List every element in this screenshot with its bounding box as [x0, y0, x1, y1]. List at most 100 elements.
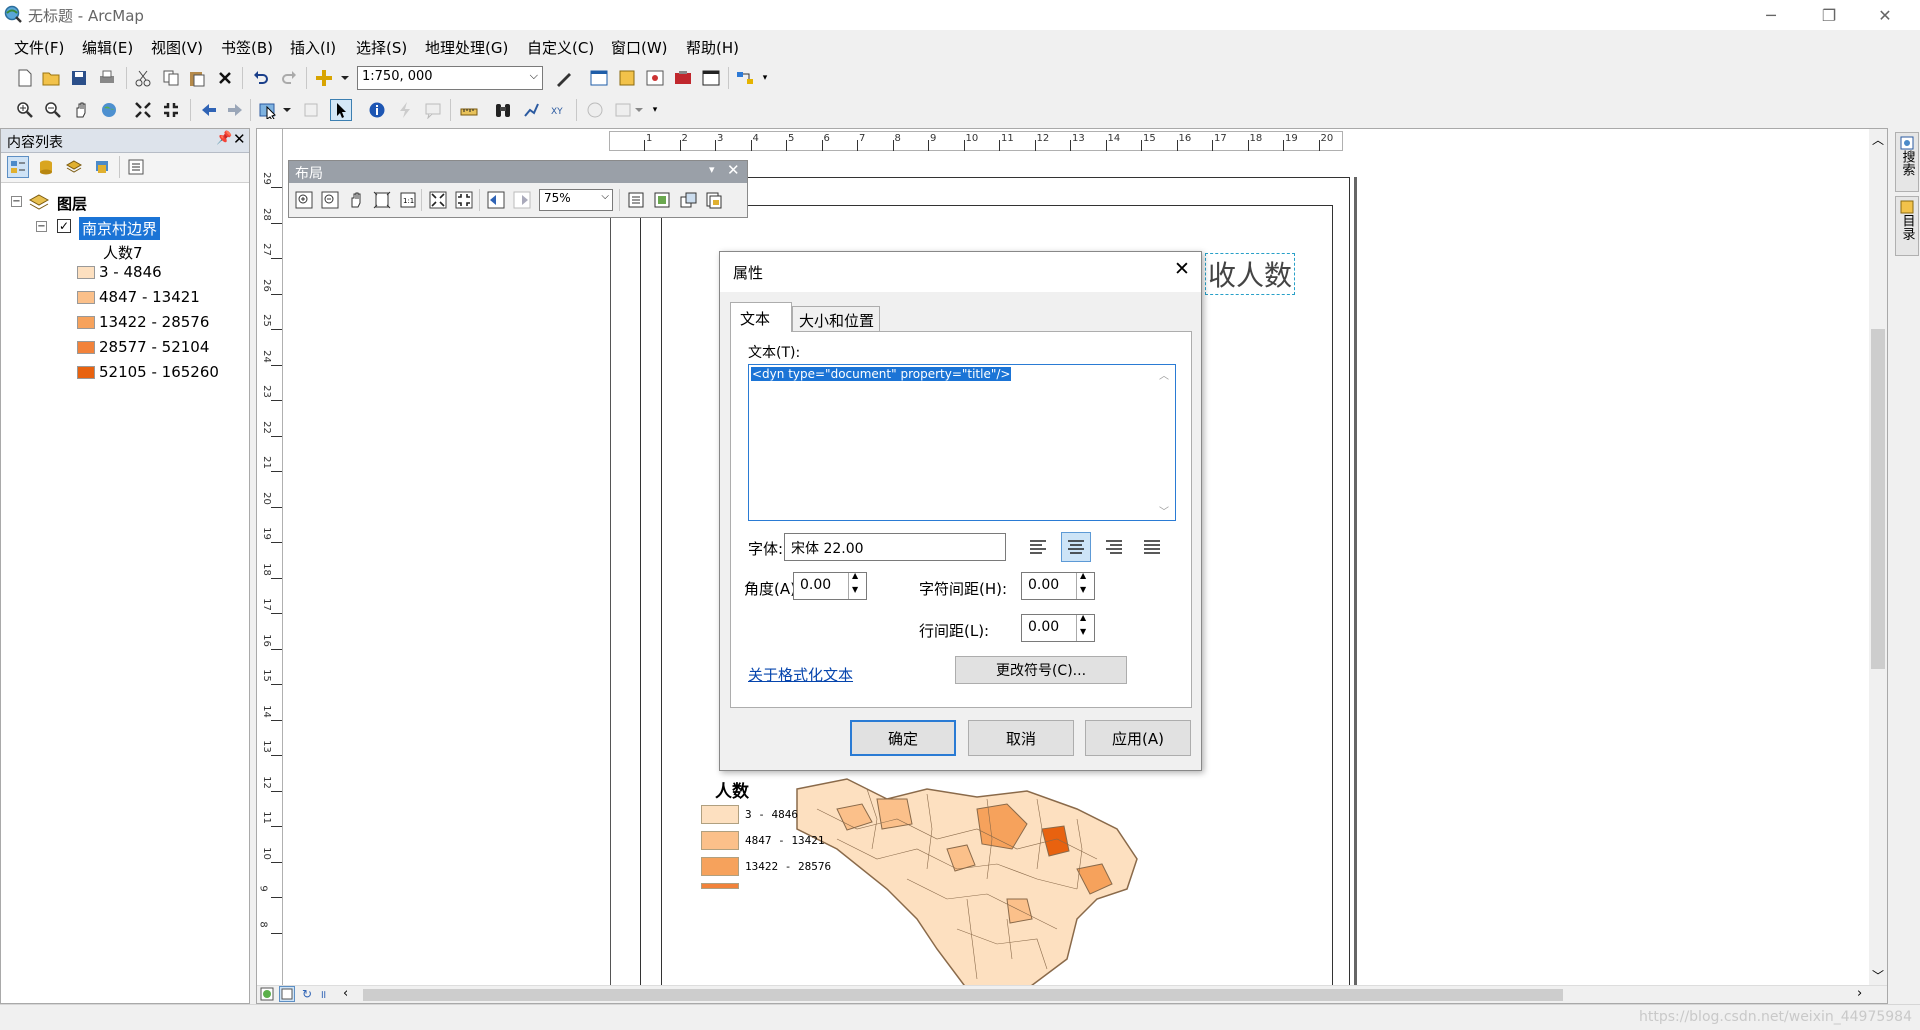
menu-windows[interactable]: 窗口(W) — [611, 37, 668, 58]
change-symbol-button[interactable]: 更改符号(C)... — [955, 656, 1127, 684]
menu-geoprocessing[interactable]: 地理处理(G) — [425, 37, 508, 58]
go-to-xy-button[interactable]: XY — [548, 99, 570, 121]
ok-button[interactable]: 确定 — [850, 720, 956, 756]
align-left-button[interactable] — [1023, 532, 1053, 562]
fixed-zoom-in-layout-button[interactable] — [427, 189, 449, 211]
pin-icon[interactable]: 📌 — [216, 131, 232, 146]
viewer-button[interactable] — [614, 99, 648, 121]
zoom-in-button[interactable] — [14, 99, 36, 121]
focus-data-frame-button[interactable] — [651, 189, 673, 211]
select-elements-button[interactable] — [330, 99, 352, 121]
pan-button[interactable] — [70, 99, 92, 121]
scroll-up-icon[interactable]: ︿ — [1159, 367, 1169, 382]
menu-selection[interactable]: 选择(S) — [356, 37, 407, 58]
angle-field[interactable]: 0.00 ▲ ▼ — [793, 571, 867, 600]
vertical-scroll-thumb[interactable] — [1871, 329, 1885, 669]
font-field[interactable]: 宋体 22.00 — [784, 533, 1006, 561]
apply-button[interactable]: 应用(A) — [1085, 720, 1191, 756]
menu-bookmarks[interactable]: 书签(B) — [221, 37, 273, 58]
scroll-down-icon[interactable]: ﹀ — [1872, 967, 1884, 984]
spin-up-icon[interactable]: ▲ — [852, 571, 858, 580]
layout-zoom-combobox[interactable]: 75% ⌵ — [539, 189, 613, 211]
measure-button[interactable] — [458, 99, 480, 121]
align-right-button[interactable] — [1099, 532, 1129, 562]
legend-class-swatch[interactable] — [77, 366, 95, 379]
list-by-visibility-button[interactable] — [63, 156, 85, 178]
map-frame[interactable] — [777, 769, 1237, 989]
model-builder-button[interactable] — [734, 67, 756, 89]
python-window-button[interactable] — [700, 67, 722, 89]
scroll-left-icon[interactable]: ‹ — [343, 986, 348, 1001]
list-by-selection-button[interactable] — [91, 156, 113, 178]
cancel-button[interactable]: 取消 — [968, 720, 1074, 756]
line-spacing-spinner[interactable]: ▲ ▼ — [1076, 613, 1094, 641]
full-extent-button[interactable] — [98, 99, 120, 121]
angle-spinner[interactable]: ▲ ▼ — [848, 571, 866, 599]
redo-button[interactable] — [278, 67, 300, 89]
cut-button[interactable] — [132, 67, 154, 89]
scroll-up-icon[interactable]: ︿ — [1872, 131, 1884, 148]
horizontal-scroll-thumb[interactable] — [363, 989, 1563, 1001]
about-formatting-text-link[interactable]: 关于格式化文本 — [748, 664, 853, 685]
text-editor[interactable]: <dyn type="document" property="title"/> … — [748, 364, 1176, 521]
spin-down-icon[interactable]: ▼ — [1080, 627, 1086, 636]
zoom-out-button[interactable] — [42, 99, 64, 121]
fixed-zoom-out-button[interactable] — [160, 99, 182, 121]
pause-drawing-button[interactable]: ॥ — [315, 986, 331, 1002]
find-route-button[interactable] — [520, 99, 542, 121]
tab-text[interactable]: 文本 — [730, 302, 792, 332]
select-features-button[interactable] — [258, 99, 292, 121]
legend-class-swatch[interactable] — [77, 291, 95, 304]
fixed-zoom-out-layout-button[interactable] — [453, 189, 475, 211]
editor-toolbar-button[interactable] — [553, 67, 575, 89]
restore-button[interactable]: ❐ — [1806, 0, 1852, 30]
menu-file[interactable]: 文件(F) — [14, 37, 64, 58]
find-button[interactable] — [492, 99, 514, 121]
fixed-zoom-in-button[interactable] — [132, 99, 154, 121]
dock-tab-search[interactable]: 搜索 — [1895, 132, 1919, 192]
menu-customize[interactable]: 自定义(C) — [527, 37, 594, 58]
spin-up-icon[interactable]: ▲ — [1080, 613, 1086, 622]
menu-edit[interactable]: 编辑(E) — [82, 37, 133, 58]
add-data-button[interactable] — [314, 67, 350, 89]
time-slider-button[interactable] — [584, 99, 606, 121]
change-layout-button[interactable] — [677, 189, 699, 211]
dialog-close-icon[interactable]: ✕ — [1174, 258, 1190, 280]
scroll-right-icon[interactable]: › — [1857, 986, 1862, 1001]
layout-zoom-in-button[interactable] — [293, 189, 315, 211]
line-spacing-field[interactable]: 0.00 ▲ ▼ — [1021, 613, 1095, 642]
scroll-down-icon[interactable]: ﹀ — [1159, 503, 1169, 518]
refresh-button[interactable]: ↻ — [299, 986, 315, 1002]
list-by-drawing-order-button[interactable] — [7, 156, 29, 178]
collapse-layer-toggle[interactable]: − — [36, 221, 47, 232]
list-by-source-button[interactable] — [35, 156, 57, 178]
tools-toolbar-options[interactable]: ▾ — [650, 99, 660, 121]
spin-down-icon[interactable]: ▼ — [1080, 585, 1086, 594]
toc-root-layers[interactable]: 图层 — [57, 193, 87, 214]
go-forward-button[interactable] — [224, 99, 246, 121]
layer-visibility-checkbox[interactable]: ✓ — [57, 219, 71, 233]
save-button[interactable] — [68, 67, 90, 89]
close-toolbar-icon[interactable]: ✕ — [727, 161, 740, 179]
close-toc-icon[interactable]: ✕ — [233, 130, 246, 148]
layout-view-button[interactable] — [279, 986, 295, 1002]
arctoolbox-button[interactable] — [672, 67, 694, 89]
char-spacing-spinner[interactable]: ▲ ▼ — [1076, 571, 1094, 599]
align-center-button[interactable] — [1061, 532, 1091, 562]
legend-class-swatch[interactable] — [77, 341, 95, 354]
table-of-contents-button[interactable] — [588, 67, 610, 89]
layout-pan-button[interactable] — [345, 189, 367, 211]
undo-button[interactable] — [250, 67, 272, 89]
legend-class-swatch[interactable] — [77, 316, 95, 329]
open-button[interactable] — [40, 67, 62, 89]
toolbar-menu-icon[interactable]: ▾ — [709, 163, 715, 176]
clear-selection-button[interactable] — [300, 99, 322, 121]
copy-button[interactable] — [160, 67, 182, 89]
layout-back-extent-button[interactable] — [485, 189, 507, 211]
go-back-button[interactable] — [198, 99, 220, 121]
print-button[interactable] — [96, 67, 118, 89]
collapse-layers-toggle[interactable]: − — [11, 196, 22, 207]
layout-zoom-out-button[interactable] — [319, 189, 341, 211]
layer-name-selected[interactable]: 南京村边界 — [79, 217, 161, 240]
zoom-100-button[interactable]: 1:1 — [397, 189, 419, 211]
